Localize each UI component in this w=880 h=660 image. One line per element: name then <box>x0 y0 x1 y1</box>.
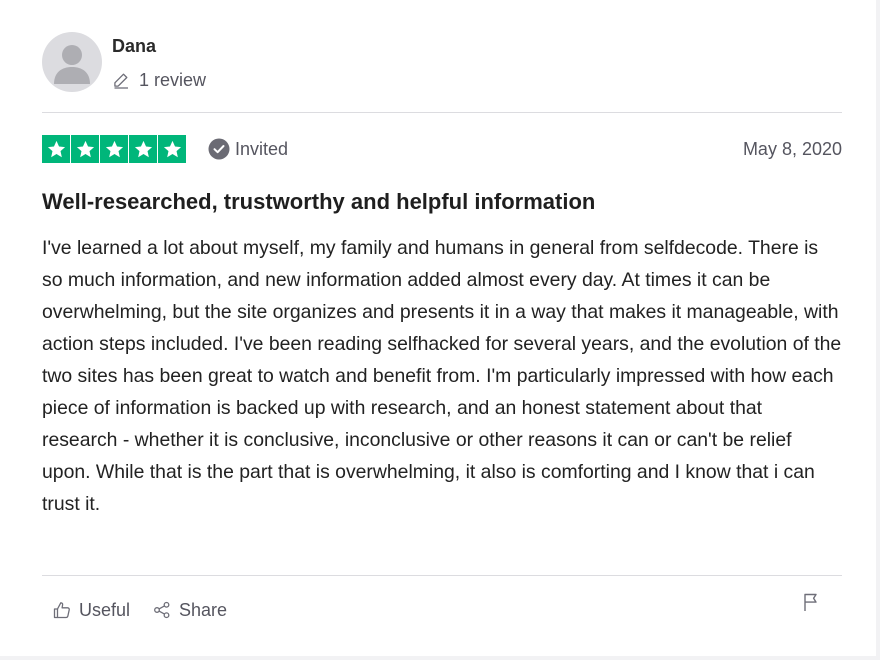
review-date: May 8, 2020 <box>742 139 842 159</box>
star-icon <box>134 140 152 157</box>
share-label: Share <box>179 599 228 620</box>
star-icon <box>163 140 181 157</box>
flag-icon <box>804 593 817 611</box>
star-icon <box>105 140 123 157</box>
invited-label: Invited <box>235 138 289 159</box>
divider <box>42 112 842 113</box>
review-count[interactable]: 1 review <box>112 68 206 92</box>
star-icon <box>47 140 65 157</box>
star-icon <box>76 140 94 157</box>
default-user-avatar-icon[interactable] <box>42 32 102 92</box>
invited-badge[interactable]: Invited <box>208 137 288 161</box>
divider <box>42 575 842 576</box>
useful-button[interactable]: Useful <box>53 598 130 622</box>
reviewer-name[interactable]: Dana <box>112 36 156 57</box>
star-1 <box>42 135 70 163</box>
star-4 <box>129 135 157 163</box>
share-icon <box>154 601 170 619</box>
report-button[interactable] <box>801 592 821 612</box>
review-count-label: 1 review <box>139 69 207 90</box>
check-circle-icon <box>208 138 230 160</box>
useful-label: Useful <box>79 599 131 620</box>
share-button[interactable]: Share <box>153 598 227 622</box>
thumbs-up-icon <box>53 602 70 619</box>
review-title[interactable]: Well-researched, trustworthy and helpful… <box>42 189 595 215</box>
review-card: Dana 1 review Invited May 8, 2020 Well-r… <box>0 0 876 656</box>
star-3 <box>100 135 128 163</box>
star-rating <box>42 135 186 163</box>
star-2 <box>71 135 99 163</box>
pencil-icon <box>114 73 128 89</box>
review-body: I've learned a lot about myself, my fami… <box>42 237 842 515</box>
star-5 <box>158 135 186 163</box>
